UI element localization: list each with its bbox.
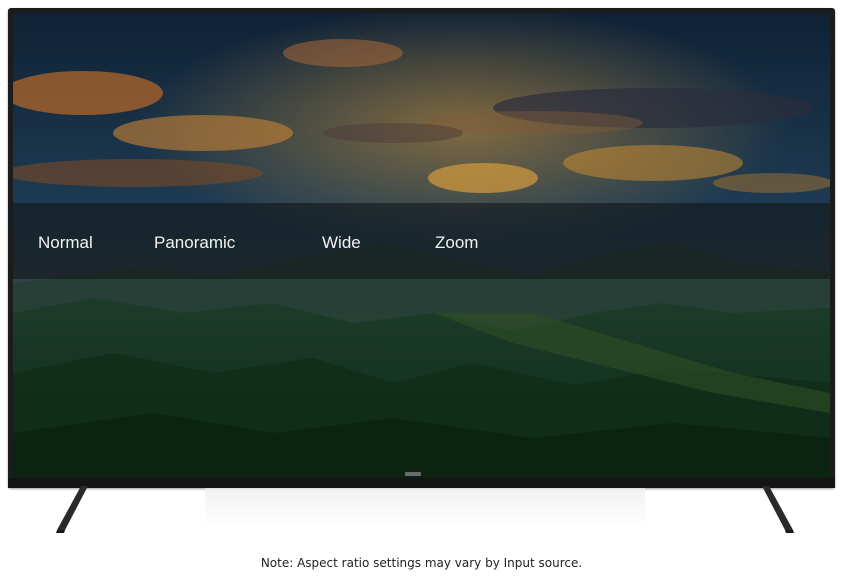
aspect-ratio-menu — [13, 203, 830, 279]
tv-stand-right-icon — [762, 486, 794, 533]
aspect-option-normal[interactable]: Normal — [38, 233, 93, 253]
aspect-option-panoramic[interactable]: Panoramic — [154, 233, 235, 253]
aspect-option-zoom[interactable]: Zoom — [435, 233, 478, 253]
aspect-option-wide[interactable]: Wide — [322, 233, 361, 253]
tv-screen: Normal Panoramic Wide Zoom — [13, 13, 830, 478]
tv-stand-left-icon — [56, 486, 88, 533]
tv-logo-icon — [405, 472, 421, 476]
tv-shadow — [205, 488, 645, 528]
aspect-ratio-note: Note: Aspect ratio settings may vary by … — [260, 556, 583, 570]
tv-bottom-bezel — [8, 478, 835, 488]
tv-frame: Normal Panoramic Wide Zoom — [8, 8, 835, 488]
